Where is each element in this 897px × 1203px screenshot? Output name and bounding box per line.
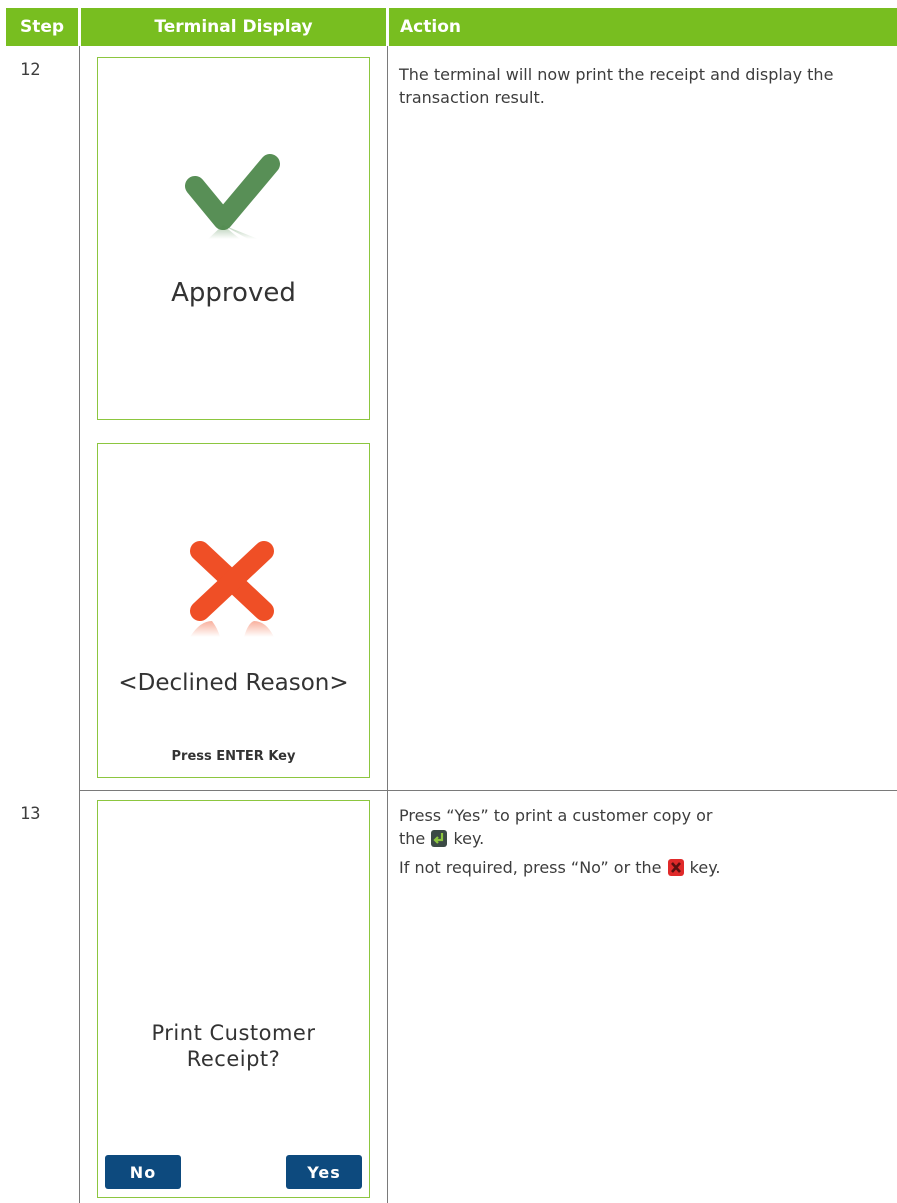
action-text: key. <box>453 829 485 848</box>
action-text: Press “Yes” to print a customer copy or <box>399 806 713 825</box>
action-text: the <box>399 829 426 848</box>
action-line: the key. <box>399 827 869 850</box>
action-line: Press “Yes” to print a customer copy or <box>399 804 869 827</box>
no-button[interactable]: No <box>105 1155 181 1189</box>
enter-key-icon <box>431 830 448 847</box>
row-divider <box>79 790 897 791</box>
column-header-terminal-display: Terminal Display <box>81 8 386 46</box>
terminal-screen-print-receipt: Print Customer Receipt? No Yes <box>97 800 370 1198</box>
cross-icon <box>190 541 274 637</box>
cancel-key-icon <box>667 859 684 876</box>
approved-message: Approved <box>171 278 296 308</box>
checkmark-icon <box>185 154 280 239</box>
step-number: 13 <box>20 804 41 824</box>
column-header-step: Step <box>6 8 78 46</box>
terminal-screen-declined: <Declined Reason> Press ENTER Key <box>97 443 370 778</box>
action-line: The terminal will now print the receipt … <box>399 65 834 107</box>
action-line: If not required, press “No” or the key. <box>399 856 869 879</box>
print-prompt-line1: Print Customer <box>151 1021 316 1045</box>
press-enter-prompt: Press ENTER Key <box>171 749 296 764</box>
action-text-step-13: Press “Yes” to print a customer copy or … <box>399 804 869 879</box>
action-text: key. <box>689 858 721 877</box>
yes-button[interactable]: Yes <box>286 1155 362 1189</box>
step-number: 12 <box>20 60 41 80</box>
grid-line <box>387 46 388 1203</box>
action-text: If not required, press “No” or the <box>399 858 662 877</box>
print-prompt-line2: Receipt? <box>186 1047 281 1071</box>
grid-line <box>79 46 80 1203</box>
terminal-screen-approved: Approved <box>97 57 370 420</box>
column-header-action: Action <box>389 8 897 46</box>
action-text-step-12: The terminal will now print the receipt … <box>399 63 859 109</box>
declined-reason-message: <Declined Reason> <box>118 670 349 696</box>
